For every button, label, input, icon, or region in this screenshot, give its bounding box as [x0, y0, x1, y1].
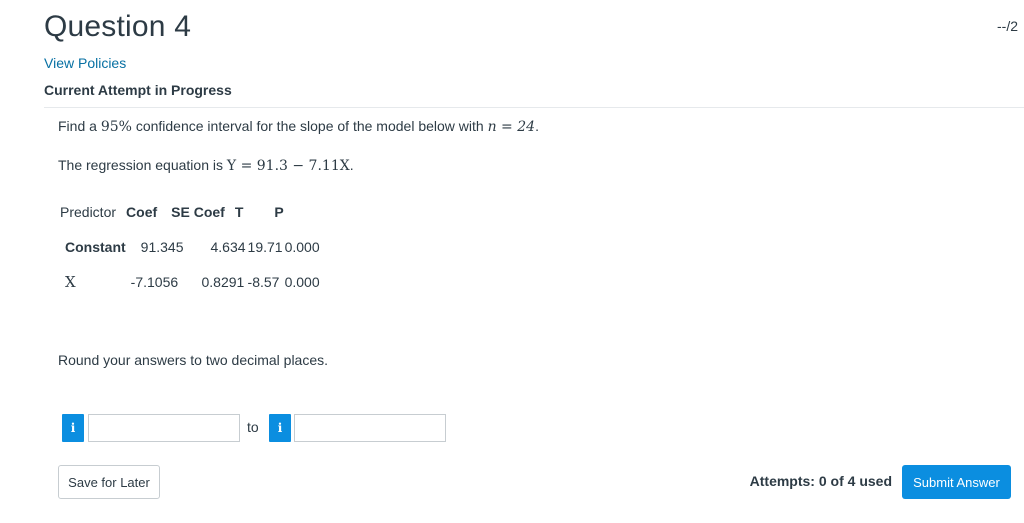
coef-cell: -7.1056: [130, 273, 179, 290]
predictor-cell: X: [65, 272, 76, 291]
prompt-text: Find a: [58, 118, 101, 134]
question-score: --/2: [997, 18, 1018, 34]
to-label: to: [247, 419, 259, 435]
attempts-counter: Attempts: 0 of 4 used: [749, 473, 892, 489]
header-predictor: Predictor: [60, 203, 117, 220]
prompt-text: confidence interval for the slope of the…: [131, 118, 488, 134]
t-cell: 19.71: [247, 238, 283, 255]
sample-size: n = 24: [487, 119, 536, 135]
se-cell: 0.8291: [201, 273, 245, 290]
save-for-later-button[interactable]: Save for Later: [58, 465, 160, 499]
header-coef: Coef: [126, 203, 158, 220]
table-row: X -7.1056 0.8291 -8.57 0.000: [58, 264, 325, 299]
attempt-status: Current Attempt in Progress: [44, 82, 232, 98]
prompt-text: .: [535, 118, 539, 134]
upper-bound-input[interactable]: [294, 414, 446, 442]
regression-values: Constant 91.345 4.634 19.71 0.000 X -7.1…: [58, 229, 325, 299]
submit-answer-button[interactable]: Submit Answer: [902, 465, 1011, 499]
info-icon[interactable]: i: [269, 414, 291, 442]
t-cell: -8.57: [247, 273, 280, 290]
lower-bound-input[interactable]: [88, 414, 240, 442]
p-cell: 0.000: [284, 273, 320, 290]
rounding-instructions: Round your answers to two decimal places…: [58, 352, 329, 368]
p-cell: 0.000: [284, 238, 320, 255]
prompt-line-1: Find a 95% confidence interval for the s…: [58, 118, 539, 135]
header-t: T: [234, 203, 244, 220]
header-divider: [44, 107, 1024, 108]
info-icon[interactable]: i: [62, 414, 84, 442]
prompt-text: The regression equation is: [58, 157, 227, 173]
table-header-row: Predictor Coef SE Coef T P: [58, 194, 289, 229]
header-se-coef: SE Coef: [171, 203, 225, 220]
prompt-line-2: The regression equation is Y = 91.3 − 7.…: [58, 157, 354, 174]
question-title: Question 4: [44, 10, 192, 43]
table-row: Constant 91.345 4.634 19.71 0.000: [58, 229, 325, 264]
regression-equation: Y = 91.3 − 7.11X: [226, 158, 350, 174]
confidence-level: 95%: [100, 119, 132, 135]
header-p: P: [274, 203, 284, 220]
prompt-text: .: [349, 157, 354, 173]
coef-cell: 91.345: [140, 238, 184, 255]
regression-table: Predictor Coef SE Coef T P: [58, 194, 289, 229]
predictor-cell: Constant: [65, 238, 126, 255]
se-cell: 4.634: [210, 238, 246, 255]
view-policies-link[interactable]: View Policies: [44, 55, 126, 71]
